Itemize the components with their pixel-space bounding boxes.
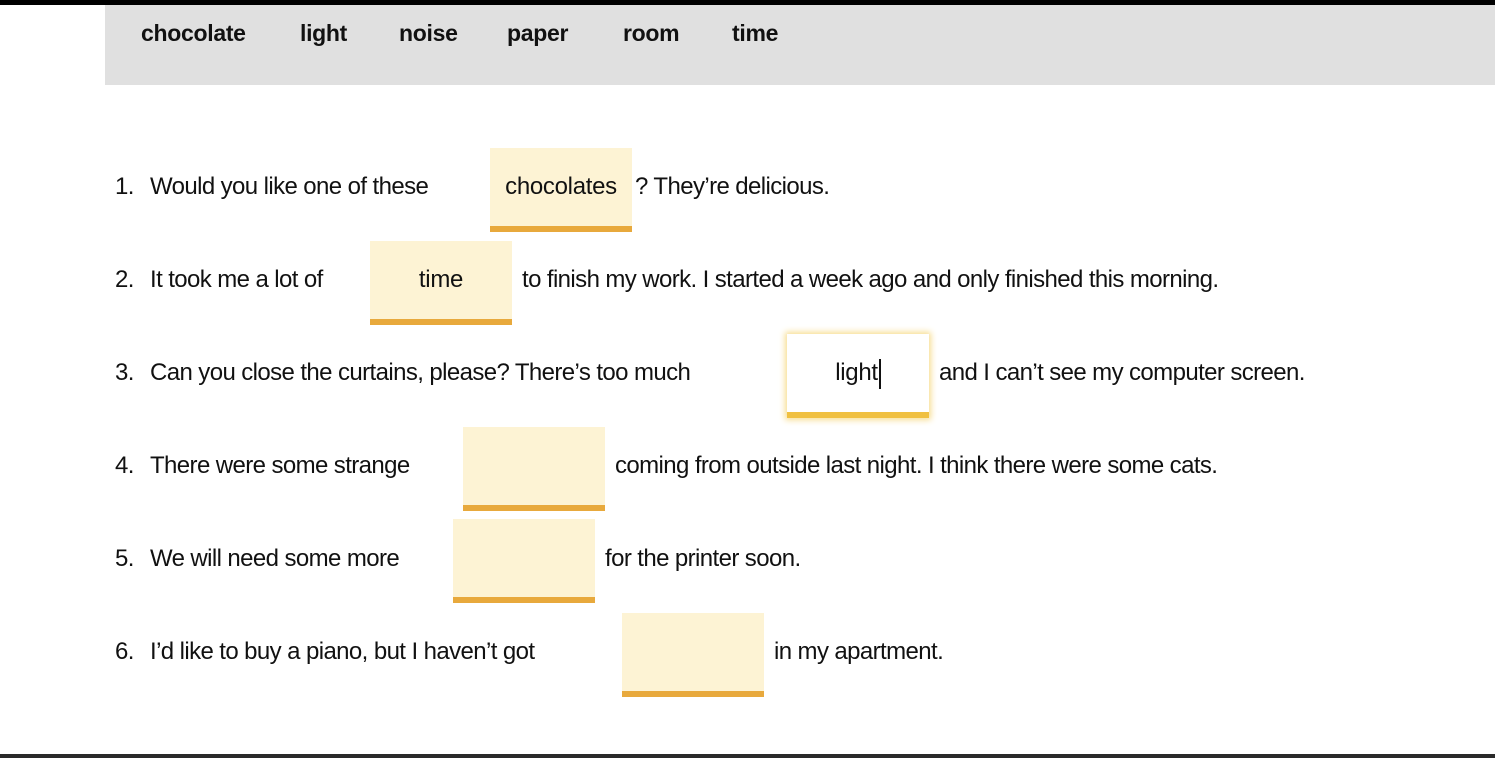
question-text-before: Would you like one of these <box>150 173 429 200</box>
question-text-after: in my apartment. <box>774 638 944 665</box>
question-number: 3. <box>115 359 134 386</box>
answer-gap-1[interactable]: chocolates <box>490 148 632 232</box>
question-number: 2. <box>115 266 134 293</box>
word-chip-room[interactable]: room <box>623 20 680 47</box>
question-text-after: and I can’t see my computer screen. <box>939 359 1305 386</box>
question-text-before: I’d like to buy a piano, but I haven’t g… <box>150 638 535 665</box>
question-number: 5. <box>115 545 134 572</box>
question-text-after: for the printer soon. <box>605 545 801 572</box>
answer-gap-2[interactable]: time <box>370 241 512 325</box>
word-chip-time[interactable]: time <box>732 20 778 47</box>
question-text-before: It took me a lot of <box>150 266 323 293</box>
question-number: 4. <box>115 452 134 479</box>
text-caret <box>878 358 881 389</box>
answer-gap-3-value: light <box>835 359 878 386</box>
word-chip-paper[interactable]: paper <box>507 20 568 47</box>
answer-gap-5[interactable] <box>453 519 595 603</box>
question-text-after: coming from outside last night. I think … <box>615 452 1218 479</box>
question-text-after: ? They’re delicious. <box>635 173 830 200</box>
word-chip-chocolate[interactable]: chocolate <box>141 20 246 47</box>
answer-gap-4[interactable] <box>463 427 605 511</box>
question-number: 6. <box>115 638 134 665</box>
question-number: 1. <box>115 173 134 200</box>
question-text-after: to finish my work. I started a week ago … <box>522 266 1219 293</box>
answer-gap-3[interactable]: light <box>787 334 929 418</box>
bottom-border <box>0 754 1495 758</box>
word-chip-noise[interactable]: noise <box>399 20 458 47</box>
question-text-before: Can you close the curtains, please? Ther… <box>150 359 691 386</box>
word-bank: chocolate light noise paper room time <box>105 5 1495 85</box>
question-text-before: We will need some more <box>150 545 400 572</box>
word-chip-light[interactable]: light <box>300 20 347 47</box>
question-text-before: There were some strange <box>150 452 410 479</box>
answer-gap-6[interactable] <box>622 613 764 697</box>
